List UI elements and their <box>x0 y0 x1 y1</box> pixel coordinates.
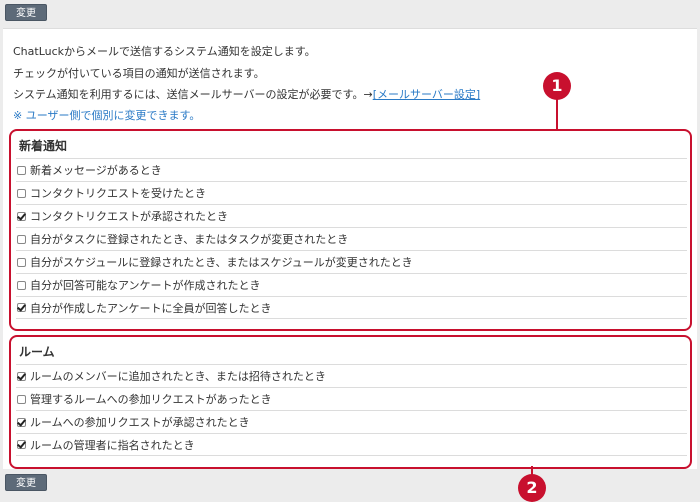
notification-option-label: 自分が作成したアンケートに全員が回答したとき <box>30 301 272 315</box>
notification-option-row[interactable]: 管理するルームへの参加リクエストがあったとき <box>16 387 687 410</box>
notification-settings-panel: ChatLuckからメールで送信するシステム通知を設定します。 チェックが付いて… <box>3 28 697 469</box>
notification-option-label: コンタクトリクエストが承認されたとき <box>30 210 228 223</box>
callout-1-connector <box>556 99 558 129</box>
checkbox-checked[interactable] <box>17 211 26 221</box>
section-title-room: ルーム <box>19 345 55 359</box>
change-button-bottom[interactable]: 変更 <box>5 474 47 491</box>
new-notification-list: 新着メッセージがあるときコンタクトリクエストを受けたときコンタクトリクエストが承… <box>16 158 687 319</box>
notification-option-row[interactable]: コンタクトリクエストを受けたとき <box>16 181 687 204</box>
checkbox-unchecked[interactable] <box>17 257 26 267</box>
notification-option-label: 管理するルームへの参加リクエストがあったとき <box>30 393 272 406</box>
intro-line-3-text: システム通知を利用するには、送信メールサーバーの設定が必要です。→ <box>13 88 373 101</box>
room-notification-list: ルームのメンバーに追加されたとき、または招待されたとき 管理するルームへの参加リク… <box>16 364 687 456</box>
checkbox-unchecked[interactable] <box>17 165 26 175</box>
new-arrival-notifications-section: 新着通知 新着メッセージがあるときコンタクトリクエストを受けたときコンタクトリク… <box>9 129 692 331</box>
notification-option-row[interactable]: ルームへの参加リクエストが承認されたとき <box>16 410 687 433</box>
notification-option-label: 自分がタスクに登録されたとき、またはタスクが変更されたとき <box>30 233 349 246</box>
notification-option-label: 自分がスケジュールに登録されたとき、またはスケジュールが変更されたとき <box>30 256 413 269</box>
notification-option-row[interactable]: ルームの管理者に指名されたとき <box>16 433 687 456</box>
notification-option-label: ルームへの参加リクエストが承認されたとき <box>30 416 250 429</box>
checkbox-unchecked[interactable] <box>17 280 26 290</box>
notification-option-row[interactable]: 自分がタスクに登録されたとき、またはタスクが変更されたとき <box>16 227 687 250</box>
checkbox-checked[interactable] <box>17 371 26 381</box>
intro-line-1: ChatLuckからメールで送信するシステム通知を設定します。 <box>13 45 316 58</box>
callout-badge-1: 1 <box>543 72 571 100</box>
notification-option-label: コンタクトリクエストを受けたとき <box>30 187 206 200</box>
change-button-top[interactable]: 変更 <box>5 4 47 21</box>
notification-option-label: ルームの管理者に指名されたとき <box>30 438 195 452</box>
callout-badge-2: 2 <box>518 474 546 502</box>
notification-option-row[interactable]: ルームのメンバーに追加されたとき、または招待されたとき <box>16 364 687 387</box>
checkbox-checked[interactable] <box>17 440 26 449</box>
checkbox-checked[interactable] <box>17 417 26 427</box>
room-notifications-section: ルーム ルームのメンバーに追加されたとき、または招待されたとき 管理するルームへの… <box>9 335 692 469</box>
notification-option-row[interactable]: 新着メッセージがあるとき <box>16 158 687 181</box>
checkbox-checked[interactable] <box>17 303 26 312</box>
intro-line-2: チェックが付いている項目の通知が送信されます。 <box>13 67 265 80</box>
section-title-new: 新着通知 <box>19 139 68 153</box>
notification-option-row[interactable]: 自分がスケジュールに登録されたとき、またはスケジュールが変更されたとき <box>16 250 687 273</box>
notification-option-row[interactable]: 自分が回答可能なアンケートが作成されたとき <box>16 273 687 296</box>
checkbox-unchecked[interactable] <box>17 234 26 244</box>
checkbox-unchecked[interactable] <box>17 188 26 198</box>
intro-line-3: システム通知を利用するには、送信メールサーバーの設定が必要です。→[メールサーバ… <box>13 86 480 102</box>
notification-option-label: 自分が回答可能なアンケートが作成されたとき <box>30 279 261 292</box>
notification-option-row[interactable]: コンタクトリクエストが承認されたとき <box>16 204 687 227</box>
intro-note: ※ ユーザー側で個別に変更できます。 <box>13 109 201 122</box>
notification-option-row[interactable]: 自分が作成したアンケートに全員が回答したとき <box>16 296 687 319</box>
notification-option-label: ルームのメンバーに追加されたとき、または招待されたとき <box>30 370 326 383</box>
notification-option-label: 新着メッセージがあるとき <box>30 164 162 177</box>
checkbox-unchecked[interactable] <box>17 394 26 404</box>
mail-server-settings-link[interactable]: [メールサーバー設定] <box>373 88 480 101</box>
